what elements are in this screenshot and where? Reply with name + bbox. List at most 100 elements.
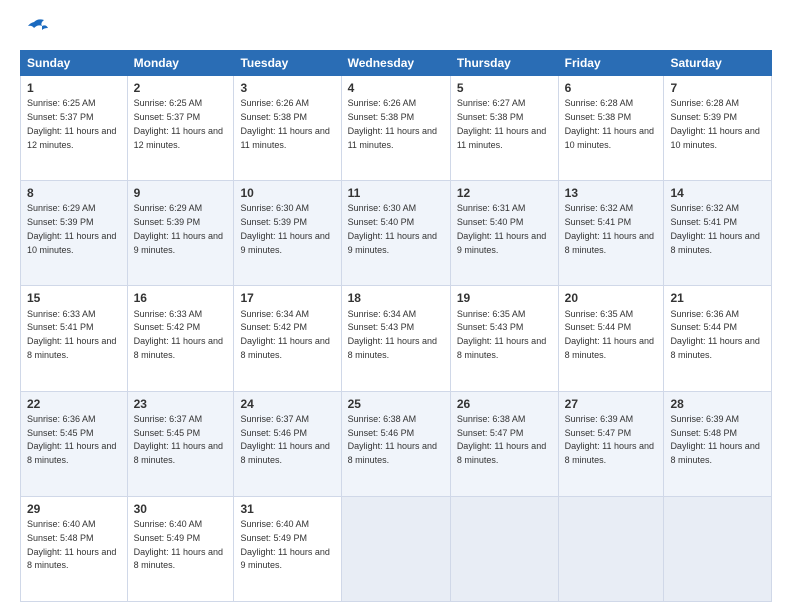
calendar-cell	[558, 496, 664, 601]
calendar-cell: 3Sunrise: 6:26 AMSunset: 5:38 PMDaylight…	[234, 76, 341, 181]
day-number: 11	[348, 185, 444, 201]
cell-daylight: Daylight: 11 hours and 9 minutes.	[240, 231, 329, 255]
day-header-friday: Friday	[558, 51, 664, 76]
cell-sunset: Sunset: 5:39 PM	[240, 217, 307, 227]
cell-sunset: Sunset: 5:40 PM	[348, 217, 415, 227]
cell-daylight: Daylight: 11 hours and 8 minutes.	[27, 441, 116, 465]
cell-sunset: Sunset: 5:41 PM	[670, 217, 737, 227]
day-number: 29	[27, 501, 121, 517]
logo	[20, 18, 52, 40]
cell-sunrise: Sunrise: 6:31 AM	[457, 203, 526, 213]
calendar-cell: 27Sunrise: 6:39 AMSunset: 5:47 PMDayligh…	[558, 391, 664, 496]
cell-daylight: Daylight: 11 hours and 11 minutes.	[240, 126, 329, 150]
cell-daylight: Daylight: 11 hours and 8 minutes.	[134, 441, 223, 465]
cell-sunset: Sunset: 5:37 PM	[27, 112, 94, 122]
cell-sunrise: Sunrise: 6:40 AM	[27, 519, 96, 529]
cell-sunset: Sunset: 5:42 PM	[240, 322, 307, 332]
cell-sunset: Sunset: 5:45 PM	[134, 428, 201, 438]
calendar-cell	[664, 496, 772, 601]
cell-daylight: Daylight: 11 hours and 12 minutes.	[27, 126, 116, 150]
cell-sunrise: Sunrise: 6:40 AM	[134, 519, 203, 529]
calendar-cell: 9Sunrise: 6:29 AMSunset: 5:39 PMDaylight…	[127, 181, 234, 286]
calendar-cell: 5Sunrise: 6:27 AMSunset: 5:38 PMDaylight…	[450, 76, 558, 181]
day-header-sunday: Sunday	[21, 51, 128, 76]
cell-sunrise: Sunrise: 6:32 AM	[670, 203, 739, 213]
day-number: 30	[134, 501, 228, 517]
day-header-wednesday: Wednesday	[341, 51, 450, 76]
day-number: 10	[240, 185, 334, 201]
day-number: 27	[565, 396, 658, 412]
day-number: 4	[348, 80, 444, 96]
cell-daylight: Daylight: 11 hours and 12 minutes.	[134, 126, 223, 150]
day-number: 25	[348, 396, 444, 412]
cell-sunrise: Sunrise: 6:30 AM	[240, 203, 309, 213]
calendar-cell: 11 Sunrise: 6:30 AM Sunset: 5:40 PM Dayligh…	[341, 181, 450, 286]
cell-sunset: Sunset: 5:39 PM	[134, 217, 201, 227]
cell-sunset: Sunset: 5:46 PM	[348, 428, 415, 438]
cell-sunset: Sunset: 5:38 PM	[348, 112, 415, 122]
cell-sunrise: Sunrise: 6:28 AM	[670, 98, 739, 108]
day-number: 28	[670, 396, 765, 412]
cell-daylight: Daylight: 11 hours and 8 minutes.	[348, 441, 437, 465]
week-row: 8Sunrise: 6:29 AMSunset: 5:39 PMDaylight…	[21, 181, 772, 286]
cell-daylight: Daylight: 11 hours and 9 minutes.	[348, 231, 437, 255]
cell-sunset: Sunset: 5:38 PM	[240, 112, 307, 122]
day-number: 23	[134, 396, 228, 412]
cell-daylight: Daylight: 11 hours and 8 minutes.	[27, 547, 116, 571]
cell-daylight: Daylight: 11 hours and 8 minutes.	[670, 336, 759, 360]
day-number: 12	[457, 185, 552, 201]
cell-sunrise: Sunrise: 6:38 AM	[348, 414, 417, 424]
cell-sunrise: Sunrise: 6:30 AM	[348, 203, 417, 213]
week-row: 22 Sunrise: 6:36 AM Sunset: 5:45 PM Dayligh…	[21, 391, 772, 496]
calendar-cell: 6Sunrise: 6:28 AMSunset: 5:38 PMDaylight…	[558, 76, 664, 181]
calendar-cell: 13Sunrise: 6:32 AMSunset: 5:41 PMDayligh…	[558, 181, 664, 286]
cell-sunrise: Sunrise: 6:38 AM	[457, 414, 526, 424]
calendar-cell: 31Sunrise: 6:40 AMSunset: 5:49 PMDayligh…	[234, 496, 341, 601]
day-header-thursday: Thursday	[450, 51, 558, 76]
calendar-cell: 28Sunrise: 6:39 AMSunset: 5:48 PMDayligh…	[664, 391, 772, 496]
cell-daylight: Daylight: 11 hours and 8 minutes.	[134, 547, 223, 571]
header	[20, 18, 772, 40]
day-number: 18	[348, 290, 444, 306]
calendar-cell: 15Sunrise: 6:33 AMSunset: 5:41 PMDayligh…	[21, 286, 128, 391]
cell-sunset: Sunset: 5:40 PM	[457, 217, 524, 227]
cell-sunrise: Sunrise: 6:29 AM	[27, 203, 96, 213]
cell-daylight: Daylight: 11 hours and 9 minutes.	[457, 231, 546, 255]
day-number: 22	[27, 396, 121, 412]
cell-sunrise: Sunrise: 6:36 AM	[27, 414, 96, 424]
day-header-monday: Monday	[127, 51, 234, 76]
day-number: 1	[27, 80, 121, 96]
cell-sunrise: Sunrise: 6:33 AM	[134, 309, 203, 319]
calendar-cell: 8Sunrise: 6:29 AMSunset: 5:39 PMDaylight…	[21, 181, 128, 286]
page: SundayMondayTuesdayWednesdayThursdayFrid…	[0, 0, 792, 612]
cell-daylight: Daylight: 11 hours and 10 minutes.	[565, 126, 654, 150]
week-row: 15Sunrise: 6:33 AMSunset: 5:41 PMDayligh…	[21, 286, 772, 391]
calendar-cell: 18Sunrise: 6:34 AMSunset: 5:43 PMDayligh…	[341, 286, 450, 391]
cell-daylight: Daylight: 11 hours and 8 minutes.	[565, 336, 654, 360]
day-number: 15	[27, 290, 121, 306]
cell-sunset: Sunset: 5:46 PM	[240, 428, 307, 438]
day-number: 3	[240, 80, 334, 96]
calendar-cell: 25 Sunrise: 6:38 AM Sunset: 5:46 PM Dayligh…	[341, 391, 450, 496]
cell-sunset: Sunset: 5:48 PM	[670, 428, 737, 438]
calendar-cell: 19Sunrise: 6:35 AMSunset: 5:43 PMDayligh…	[450, 286, 558, 391]
cell-sunset: Sunset: 5:49 PM	[240, 533, 307, 543]
day-number: 21	[670, 290, 765, 306]
cell-sunset: Sunset: 5:43 PM	[457, 322, 524, 332]
cell-sunset: Sunset: 5:48 PM	[27, 533, 94, 543]
cell-sunset: Sunset: 5:41 PM	[565, 217, 632, 227]
day-number: 2	[134, 80, 228, 96]
cell-sunset: Sunset: 5:44 PM	[565, 322, 632, 332]
cell-sunset: Sunset: 5:47 PM	[457, 428, 524, 438]
calendar-cell: 14Sunrise: 6:32 AMSunset: 5:41 PMDayligh…	[664, 181, 772, 286]
cell-daylight: Daylight: 11 hours and 10 minutes.	[27, 231, 116, 255]
cell-daylight: Daylight: 11 hours and 11 minutes.	[457, 126, 546, 150]
day-number: 7	[670, 80, 765, 96]
cell-sunrise: Sunrise: 6:26 AM	[348, 98, 417, 108]
cell-sunrise: Sunrise: 6:37 AM	[134, 414, 203, 424]
calendar-cell: 17Sunrise: 6:34 AMSunset: 5:42 PMDayligh…	[234, 286, 341, 391]
cell-sunset: Sunset: 5:39 PM	[27, 217, 94, 227]
calendar-cell: 26Sunrise: 6:38 AMSunset: 5:47 PMDayligh…	[450, 391, 558, 496]
cell-sunrise: Sunrise: 6:40 AM	[240, 519, 309, 529]
day-number: 13	[565, 185, 658, 201]
